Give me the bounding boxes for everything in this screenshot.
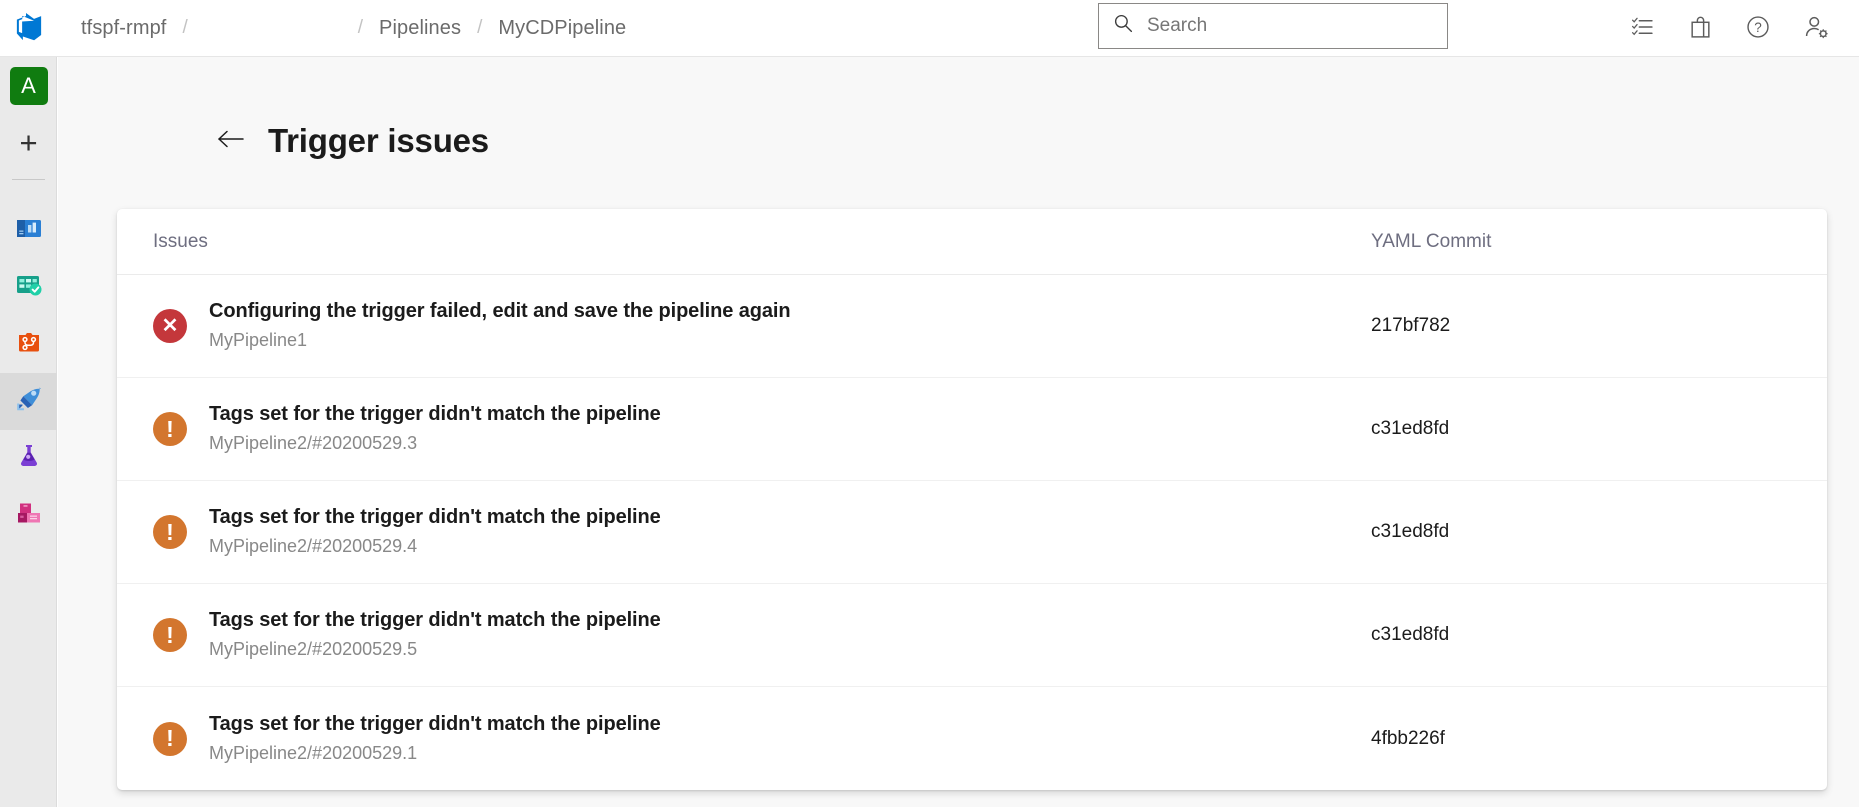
user-settings-icon xyxy=(1803,14,1830,44)
table-row[interactable]: ! Tags set for the trigger didn't match … xyxy=(117,584,1827,687)
issue-subtitle: MyPipeline2/#20200529.1 xyxy=(209,740,661,766)
issues-card: Issues YAML Commit ✕ Configuring the tri… xyxy=(117,209,1827,790)
warning-glyph: ! xyxy=(166,727,174,750)
issue-cell: ! Tags set for the trigger didn't match … xyxy=(153,711,1371,766)
azure-devops-logo-button[interactable] xyxy=(0,0,57,57)
breadcrumb-separator: / xyxy=(166,17,203,39)
table-row[interactable]: ! Tags set for the trigger didn't match … xyxy=(117,687,1827,790)
search-container xyxy=(1098,3,1448,49)
commit-cell[interactable]: c31ed8fd xyxy=(1371,418,1791,440)
commit-cell[interactable]: c31ed8fd xyxy=(1371,624,1791,646)
user-settings-button[interactable] xyxy=(1787,0,1845,57)
breadcrumb-item-organization[interactable]: tfspf-rmpf xyxy=(81,17,166,40)
issue-cell: ! Tags set for the trigger didn't match … xyxy=(153,504,1371,559)
sidebar-item-repos[interactable] xyxy=(0,316,57,373)
issue-title: Configuring the trigger failed, edit and… xyxy=(209,298,790,324)
search-icon xyxy=(1113,13,1134,39)
shopping-bag-icon xyxy=(1688,15,1713,43)
checklist-button[interactable] xyxy=(1613,0,1671,57)
issue-cell: ! Tags set for the trigger didn't match … xyxy=(153,607,1371,662)
issue-title: Tags set for the trigger didn't match th… xyxy=(209,711,661,737)
page-header: Trigger issues xyxy=(58,57,1859,167)
azure-devops-logo-icon xyxy=(14,11,44,46)
table-row[interactable]: ✕ Configuring the trigger failed, edit a… xyxy=(117,275,1827,378)
table-row[interactable]: ! Tags set for the trigger didn't match … xyxy=(117,378,1827,481)
overview-icon xyxy=(13,212,45,249)
issue-title: Tags set for the trigger didn't match th… xyxy=(209,504,661,530)
help-circle-icon: ? xyxy=(1745,14,1771,43)
warning-glyph: ! xyxy=(166,418,174,441)
pipelines-icon xyxy=(13,383,45,420)
error-circle-icon: ✕ xyxy=(153,309,187,343)
checklist-icon xyxy=(1630,15,1655,43)
breadcrumb-separator: / xyxy=(342,17,379,39)
issue-subtitle: MyPipeline1 xyxy=(209,327,790,353)
commit-cell[interactable]: 4fbb226f xyxy=(1371,728,1791,750)
plus-icon: + xyxy=(19,127,37,158)
sidebar-item-boards[interactable] xyxy=(0,259,57,316)
issue-text: Tags set for the trigger didn't match th… xyxy=(209,711,661,766)
create-new-button[interactable]: + xyxy=(0,114,57,171)
issue-title: Tags set for the trigger didn't match th… xyxy=(209,401,661,427)
commit-cell[interactable]: c31ed8fd xyxy=(1371,521,1791,543)
back-button[interactable] xyxy=(214,124,248,158)
repos-icon xyxy=(13,326,45,363)
table-header-row: Issues YAML Commit xyxy=(117,209,1827,275)
breadcrumb-item-mycdpipeline[interactable]: MyCDPipeline xyxy=(498,17,626,40)
issue-subtitle: MyPipeline2/#20200529.4 xyxy=(209,533,661,559)
project-avatar: A xyxy=(10,67,48,105)
sidebar-item-test-plans[interactable] xyxy=(0,430,57,487)
warning-circle-icon: ! xyxy=(153,722,187,756)
page-title: Trigger issues xyxy=(268,122,489,160)
top-header-icon-group: ? xyxy=(1613,0,1845,57)
sidebar-item-overview[interactable] xyxy=(0,202,57,259)
warning-circle-icon: ! xyxy=(153,618,187,652)
column-header-issues: Issues xyxy=(153,231,1371,253)
search-input[interactable] xyxy=(1147,15,1427,37)
breadcrumb: tfspf-rmpf / / Pipelines / MyCDPipeline xyxy=(57,0,626,57)
issue-subtitle: MyPipeline2/#20200529.3 xyxy=(209,430,661,456)
warning-glyph: ! xyxy=(166,624,174,647)
search-box[interactable] xyxy=(1098,3,1448,49)
issue-cell: ✕ Configuring the trigger failed, edit a… xyxy=(153,298,1371,353)
issue-title: Tags set for the trigger didn't match th… xyxy=(209,607,661,633)
arrow-left-icon xyxy=(216,127,246,154)
issue-cell: ! Tags set for the trigger didn't match … xyxy=(153,401,1371,456)
svg-text:?: ? xyxy=(1754,20,1762,35)
top-header-bar: tfspf-rmpf / / Pipelines / MyCDPipeline xyxy=(0,0,1859,57)
warning-glyph: ! xyxy=(166,521,174,544)
test-plans-icon xyxy=(13,440,45,477)
artifacts-icon xyxy=(13,497,45,534)
issue-subtitle: MyPipeline2/#20200529.5 xyxy=(209,636,661,662)
sidebar-item-pipelines[interactable] xyxy=(0,373,57,430)
issues-table-body: ✕ Configuring the trigger failed, edit a… xyxy=(117,275,1827,790)
sidebar-item-artifacts[interactable] xyxy=(0,487,57,544)
project-avatar-button[interactable]: A xyxy=(0,57,57,114)
rail-spacer xyxy=(0,188,56,202)
rail-divider xyxy=(12,179,45,180)
issue-text: Tags set for the trigger didn't match th… xyxy=(209,401,661,456)
main-content: Trigger issues Issues YAML Commit ✕ Conf… xyxy=(58,57,1859,807)
issue-text: Tags set for the trigger didn't match th… xyxy=(209,504,661,559)
issue-text: Tags set for the trigger didn't match th… xyxy=(209,607,661,662)
marketplace-button[interactable] xyxy=(1671,0,1729,57)
commit-cell[interactable]: 217bf782 xyxy=(1371,315,1791,337)
breadcrumb-separator: / xyxy=(461,17,498,39)
warning-circle-icon: ! xyxy=(153,515,187,549)
table-row[interactable]: ! Tags set for the trigger didn't match … xyxy=(117,481,1827,584)
help-button[interactable]: ? xyxy=(1729,0,1787,57)
issue-text: Configuring the trigger failed, edit and… xyxy=(209,298,790,353)
breadcrumb-item-pipelines[interactable]: Pipelines xyxy=(379,17,461,40)
error-glyph: ✕ xyxy=(162,316,179,336)
warning-circle-icon: ! xyxy=(153,412,187,446)
boards-icon xyxy=(13,269,45,306)
left-nav-rail: A + xyxy=(0,57,57,807)
column-header-yaml-commit: YAML Commit xyxy=(1371,231,1791,253)
